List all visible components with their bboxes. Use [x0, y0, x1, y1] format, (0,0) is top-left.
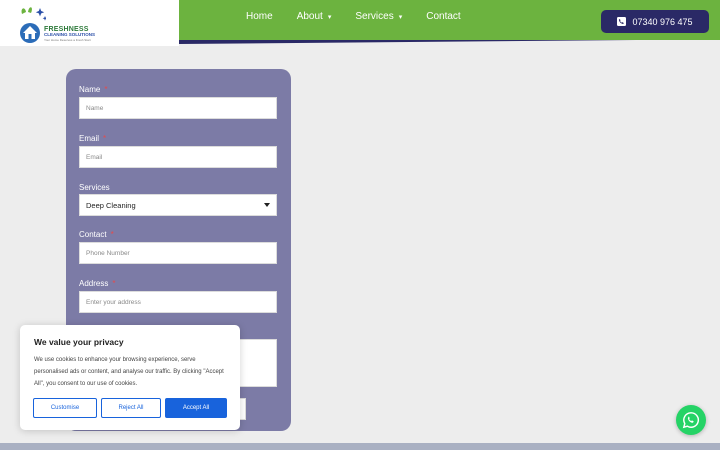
- address-input[interactable]: Enter your address: [79, 291, 277, 313]
- services-label-text: Services: [79, 183, 110, 192]
- phone-placeholder: Phone Number: [86, 249, 130, 257]
- footer-strip: [0, 443, 720, 450]
- email-label: Email *: [79, 134, 106, 143]
- chevron-down-icon: ▾: [327, 13, 332, 21]
- address-label: Address *: [79, 279, 115, 288]
- name-input[interactable]: Name: [79, 97, 277, 119]
- nav-item-home[interactable]: Home: [246, 11, 273, 22]
- required-marker: *: [104, 85, 108, 94]
- nav-item-services[interactable]: Services ▾: [355, 11, 402, 22]
- brand-subtitle: CLEANING SOLUTIONS: [44, 32, 96, 37]
- phone-icon: [617, 17, 627, 26]
- site-header: FRESHNESS CLEANING SOLUTIONS Your Home D…: [0, 0, 720, 46]
- nav-item-label: About: [296, 11, 323, 22]
- address-placeholder: Enter your address: [86, 298, 141, 306]
- contact-label: Contact *: [79, 230, 114, 239]
- nav-item-about[interactable]: About ▾: [297, 11, 332, 22]
- main-nav: Home About ▾ Services ▾ Contact: [246, 11, 485, 22]
- whatsapp-button[interactable]: [676, 405, 706, 435]
- logo[interactable]: FRESHNESS CLEANING SOLUTIONS Your Home D…: [0, 0, 179, 46]
- chevron-down-icon: ▾: [398, 13, 403, 21]
- nav-item-contact[interactable]: Contact: [426, 11, 460, 22]
- services-selected-value: Deep Cleaning: [86, 200, 136, 210]
- nav-item-label: Home: [246, 11, 273, 22]
- email-input[interactable]: Email: [79, 146, 277, 168]
- nav-item-label: Services: [355, 11, 394, 22]
- whatsapp-icon: [682, 412, 700, 429]
- services-select[interactable]: Deep Cleaning: [79, 194, 277, 216]
- required-marker: *: [103, 134, 107, 143]
- phone-button[interactable]: 07340 976 475: [601, 10, 709, 33]
- phone-input[interactable]: Phone Number: [79, 242, 277, 264]
- caret-down-icon: [264, 203, 270, 207]
- nav-item-label: Contact: [426, 11, 461, 22]
- email-placeholder: Email: [86, 153, 103, 161]
- house-logo-icon: [20, 7, 46, 43]
- cookie-title: We value your privacy: [34, 337, 124, 347]
- brand-tagline: Your Home Deserves a Fresh Start: [44, 37, 91, 42]
- cookie-banner: We value your privacy We use cookies to …: [20, 325, 240, 430]
- name-label: Name *: [79, 85, 107, 94]
- accept-all-button[interactable]: Accept All: [165, 398, 227, 418]
- customise-button[interactable]: Customise: [33, 398, 97, 418]
- name-label-text: Name: [79, 85, 101, 94]
- required-marker: *: [112, 279, 116, 288]
- address-label-text: Address: [79, 279, 109, 288]
- cookie-text: We use cookies to enhance your browsing …: [34, 357, 224, 387]
- reject-all-button[interactable]: Reject All: [101, 398, 161, 418]
- services-label: Services: [79, 183, 110, 192]
- contact-label-text: Contact: [79, 230, 107, 239]
- name-placeholder: Name: [86, 104, 104, 112]
- email-label-text: Email: [79, 134, 100, 143]
- required-marker: *: [110, 230, 114, 239]
- phone-number: 07340 976 475: [632, 16, 693, 27]
